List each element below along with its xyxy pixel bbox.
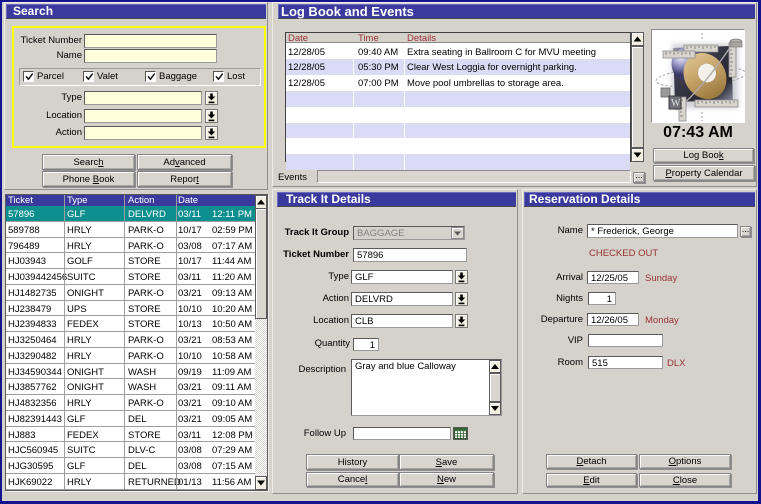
svg-text:W: W: [671, 98, 681, 109]
